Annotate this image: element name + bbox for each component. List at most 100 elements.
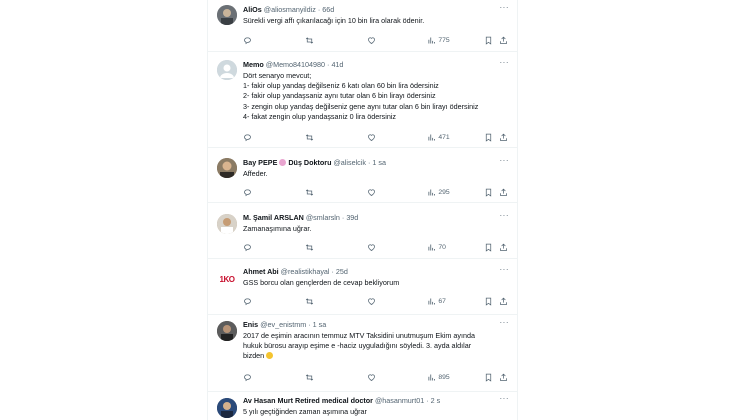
more-horizontal-icon[interactable]: ··· [500,3,510,12]
reply-button[interactable] [243,36,305,45]
like-button[interactable] [367,373,427,382]
user-photo-icon [217,398,237,418]
views-button[interactable]: 471 [427,133,483,142]
analytics-icon [428,374,436,380]
share-button[interactable] [499,243,509,252]
view-count: 67 [438,297,446,305]
bookmark-icon [485,188,491,197]
user-photo-icon [217,214,237,234]
share-button[interactable] [499,133,509,142]
tweet-header: Enis @ev_enistmm · 1 sa [243,320,509,330]
tweet[interactable]: Enis @ev_enistmm · 1 sa 2017 de eşimin a… [208,315,517,392]
like-button[interactable] [367,297,427,306]
author-handle[interactable]: @hasanmurt01 [375,396,424,405]
author-handle[interactable]: @Memo84104980 [266,60,325,69]
more-horizontal-icon[interactable]: ··· [500,318,510,327]
tweet-actions: 295 [243,187,509,197]
more-horizontal-icon[interactable]: ··· [500,58,510,67]
author-handle[interactable]: @ev_enistmm [260,320,306,329]
avatar[interactable] [217,158,237,178]
author-name[interactable]: Enis [243,320,258,329]
like-button[interactable] [367,133,427,142]
reply-timeline: AliOs @aliosmanyildiz · 66d Sürekli verg… [207,0,518,420]
reply-button[interactable] [243,243,305,252]
tweet[interactable]: M. Şamil ARSLAN @smlarsln · 39d Zamanaşı… [208,203,517,259]
retweet-button[interactable] [305,36,367,45]
timestamp[interactable]: 39d [346,213,358,222]
author-handle[interactable]: @smlarsln [306,213,340,222]
grinning-face-emoji-icon [266,352,274,360]
timestamp[interactable]: 41d [331,60,343,69]
author-name[interactable]: Memo [243,60,264,69]
retweet-button[interactable] [305,188,367,197]
author-name[interactable]: Av Hasan Murt Retired medical doctor [243,396,373,405]
author-name[interactable]: AliOs [243,5,262,14]
bookmark-button[interactable] [484,133,494,142]
timestamp[interactable]: 2 s [431,396,441,405]
views-button[interactable]: 67 [427,297,483,306]
timestamp[interactable]: 1 sa [313,320,327,329]
avatar[interactable] [217,214,237,234]
like-button[interactable] [367,243,427,252]
timestamp[interactable]: 66d [322,5,334,14]
author-name[interactable]: Ahmet Abi [243,267,279,276]
reply-button[interactable] [243,188,305,197]
avatar[interactable] [217,60,237,80]
analytics-icon [428,37,436,43]
bookmark-button[interactable] [484,188,494,197]
tweet-actions: 895 [243,372,509,382]
like-button[interactable] [367,188,427,197]
more-horizontal-icon[interactable]: ··· [500,265,510,274]
bookmark-button[interactable] [484,243,494,252]
views-button[interactable]: 295 [427,188,483,197]
retweet-button[interactable] [305,243,367,252]
author-handle[interactable]: @realistikhayal [281,267,330,276]
views-button[interactable]: 775 [427,36,483,45]
avatar[interactable]: 1KO [217,269,237,289]
share-button[interactable] [499,36,509,45]
share-button[interactable] [499,373,509,382]
views-button[interactable]: 70 [427,243,483,252]
author-name-suffix[interactable]: Düş Doktoru [288,158,331,167]
avatar[interactable] [217,5,237,25]
timestamp[interactable]: 25d [336,267,348,276]
tweet[interactable]: Memo @Memo84104980 · 41d Dört senaryo me… [208,52,517,148]
share-button[interactable] [499,188,509,197]
more-horizontal-icon[interactable]: ··· [500,394,510,403]
tweet[interactable]: 1KO Ahmet Abi @realistikhayal · 25d GSS … [208,259,517,315]
tweet-header: Ahmet Abi @realistikhayal · 25d [243,267,509,277]
avatar[interactable] [217,321,237,341]
tweet-text: Dört senaryo mevcut; 1- fakir olup yanda… [243,71,479,121]
more-horizontal-icon[interactable]: ··· [500,156,510,165]
retweet-button[interactable] [305,297,367,306]
share-icon [500,243,508,251]
share-button[interactable] [499,297,509,306]
author-name[interactable]: Bay PEPE [243,158,277,167]
bookmark-icon [485,133,491,142]
retweet-button[interactable] [305,373,367,382]
bookmark-button[interactable] [484,36,494,45]
reply-button[interactable] [243,297,305,306]
author-handle[interactable]: @aliosmanyildiz [264,5,316,14]
avatar[interactable] [217,398,237,418]
view-count: 895 [438,373,450,381]
timestamp[interactable]: 1 sa [372,158,386,167]
share-icon [500,373,508,381]
bookmark-button[interactable] [484,373,494,382]
view-count: 70 [438,243,446,251]
tweet[interactable]: AliOs @aliosmanyildiz · 66d Sürekli verg… [208,0,517,52]
analytics-icon [428,244,436,250]
bookmark-button[interactable] [484,297,494,306]
tweet[interactable]: Av Hasan Murt Retired medical doctor @ha… [208,392,517,420]
views-button[interactable]: 895 [427,373,483,382]
retweet-icon [305,188,314,196]
tweet[interactable]: Bay PEPE Düş Doktoru @aliselcik · 1 sa A… [208,148,517,203]
more-horizontal-icon[interactable]: ··· [500,211,510,220]
author-handle[interactable]: @aliselcik [333,158,365,167]
reply-button[interactable] [243,133,305,142]
retweet-button[interactable] [305,133,367,142]
separator: · [327,60,330,69]
author-name[interactable]: M. Şamil ARSLAN [243,213,304,222]
reply-button[interactable] [243,373,305,382]
like-button[interactable] [367,36,427,45]
